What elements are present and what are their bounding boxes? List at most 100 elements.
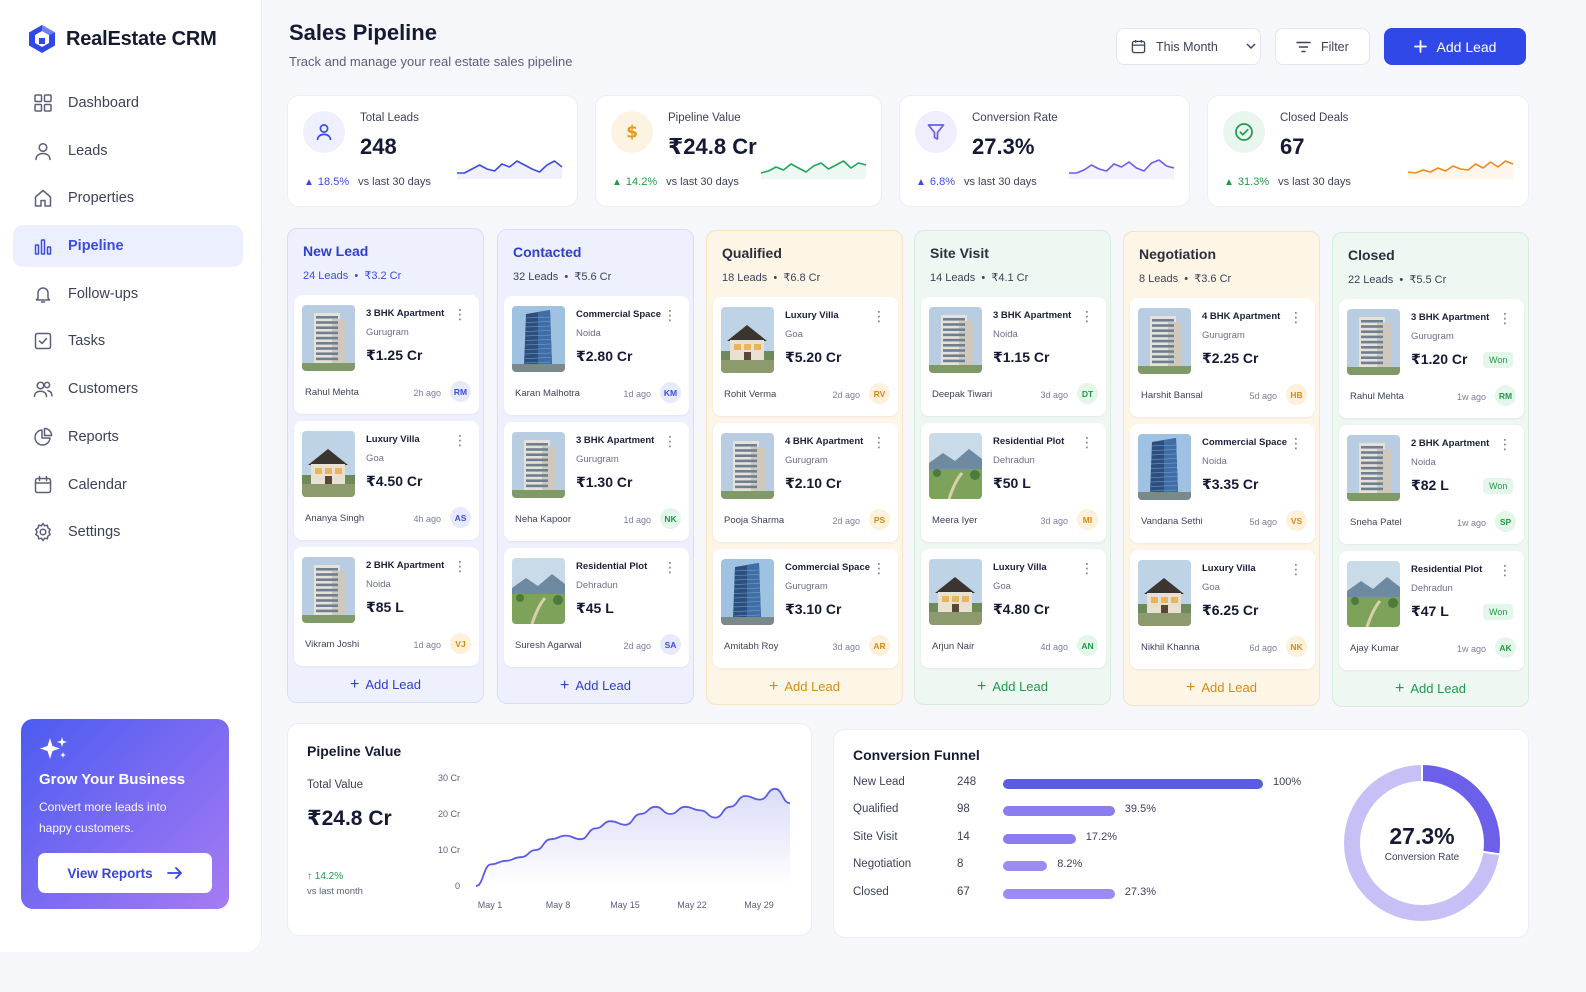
lead-card[interactable]: 2 BHK Apartment Noida ₹85 L ⋮ Vikram Jos… [294, 547, 479, 666]
promo-text: Convert more leads into happy customers. [39, 800, 167, 835]
property-title: Residential Plot [1411, 564, 1483, 575]
lead-card[interactable]: Commercial Space Noida ₹2.80 Cr ⋮ Karan … [504, 296, 689, 415]
property-price: ₹50 L [993, 475, 1031, 491]
lead-card[interactable]: Residential Plot Dehradun ₹47 L Won ⋮ Aj… [1339, 551, 1524, 670]
funnel-bar [1003, 806, 1115, 817]
avatar: AN [1077, 635, 1098, 656]
add-lead-label: Add Lead [575, 678, 631, 693]
agent-name: Amitabh Roy [724, 641, 779, 652]
column-title: Qualified [722, 245, 782, 261]
stat-value: ₹24.8 Cr [668, 134, 757, 159]
column-add-lead-button[interactable]: + Add Lead [1124, 679, 1319, 697]
more-options-icon[interactable]: ⋮ [453, 559, 467, 573]
column-add-lead-button[interactable]: + Add Lead [915, 678, 1110, 696]
column-title: Site Visit [930, 245, 989, 261]
sidebar-item-reports[interactable]: Reports [13, 416, 243, 458]
sidebar-item-calendar[interactable]: Calendar [13, 464, 243, 506]
more-options-icon[interactable]: ⋮ [1289, 562, 1303, 576]
agent-name: Rohit Verma [724, 389, 777, 400]
time-ago: 3d ago [1040, 516, 1068, 526]
arrow-up-icon: ▲ [612, 176, 622, 188]
stat-card-pipeline-value[interactable]: $ Pipeline Value ₹24.8 Cr ▲ 14.2% vs last … [595, 95, 882, 207]
add-lead-button[interactable]: Add Lead [1384, 28, 1526, 65]
lead-card[interactable]: 2 BHK Apartment Noida ₹82 L Won ⋮ Sneha … [1339, 425, 1524, 544]
lead-card[interactable]: Commercial Space Noida ₹3.35 Cr ⋮ Vandan… [1130, 424, 1315, 543]
more-options-icon[interactable]: ⋮ [1080, 435, 1094, 449]
column-add-lead-button[interactable]: + Add Lead [288, 676, 483, 694]
more-options-icon[interactable]: ⋮ [1080, 561, 1094, 575]
more-options-icon[interactable]: ⋮ [1289, 436, 1303, 450]
stat-value: 27.3% [972, 134, 1035, 159]
funnel-count: 14 [957, 830, 970, 843]
column-add-lead-button[interactable]: + Add Lead [1333, 680, 1528, 698]
time-ago: 1d ago [623, 515, 651, 525]
property-location: Noida [993, 329, 1018, 340]
sidebar-item-dashboard[interactable]: Dashboard [13, 82, 243, 124]
lead-card[interactable]: Luxury Villa Goa ₹4.80 Cr ⋮ Arjun Nair 4… [921, 549, 1106, 668]
stat-card-closed-deals[interactable]: Closed Deals 67 ▲ 31.3% vs last 30 days [1207, 95, 1529, 207]
funnel-percent: 8.2% [1057, 858, 1083, 871]
lead-card[interactable]: 3 BHK Apartment Gurugram ₹1.25 Cr ⋮ Rahu… [294, 295, 479, 414]
period-label: This Month [1156, 39, 1218, 54]
sidebar-item-properties[interactable]: Properties [13, 177, 243, 219]
users-icon [33, 381, 53, 398]
column-add-lead-button[interactable]: + Add Lead [498, 677, 693, 695]
more-options-icon[interactable]: ⋮ [1080, 309, 1094, 323]
more-options-icon[interactable]: ⋮ [453, 433, 467, 447]
property-title: 4 BHK Apartment [1202, 311, 1281, 322]
more-options-icon[interactable]: ⋮ [1498, 311, 1512, 325]
arrow-right-icon [166, 867, 182, 879]
conversion-funnel-panel: Conversion Funnel 27.3% Conversion Rate … [833, 729, 1529, 938]
stat-card-conversion-rate[interactable]: Conversion Rate 27.3% ▲ 6.8% vs last 30 da… [899, 95, 1190, 207]
more-options-icon[interactable]: ⋮ [663, 560, 677, 574]
bar-chart-icon [34, 239, 52, 255]
calendar-icon [1131, 39, 1146, 54]
property-title: Commercial Space [576, 309, 662, 320]
lead-card[interactable]: Luxury Villa Goa ₹4.50 Cr ⋮ Ananya Singh… [294, 421, 479, 540]
lead-card[interactable]: Luxury Villa Goa ₹5.20 Cr ⋮ Rohit Verma … [713, 297, 898, 416]
more-options-icon[interactable]: ⋮ [1289, 310, 1303, 324]
lead-card[interactable]: 3 BHK Apartment Noida ₹1.15 Cr ⋮ Deepak … [921, 297, 1106, 416]
lead-card[interactable]: Residential Plot Dehradun ₹50 L ⋮ Meera … [921, 423, 1106, 542]
sidebar-item-customers[interactable]: Customers [13, 368, 243, 410]
more-options-icon[interactable]: ⋮ [663, 308, 677, 322]
lead-card[interactable]: Commercial Space Gurugram ₹3.10 Cr ⋮ Ami… [713, 549, 898, 668]
value-compare: vs last month [307, 886, 363, 897]
sidebar-item-label: Properties [68, 190, 135, 207]
column-meta: 18 Leads • ₹6.8 Cr [722, 272, 821, 284]
more-options-icon[interactable]: ⋮ [453, 307, 467, 321]
lead-card[interactable]: Luxury Villa Goa ₹6.25 Cr ⋮ Nikhil Khann… [1130, 550, 1315, 669]
view-reports-label: View Reports [67, 865, 153, 881]
more-options-icon[interactable]: ⋮ [872, 435, 886, 449]
lead-card[interactable]: 4 BHK Apartment Gurugram ₹2.25 Cr ⋮ Hars… [1130, 298, 1315, 417]
app-logo[interactable]: RealEstate CRM [28, 24, 217, 54]
x-tick-label: May 8 [546, 900, 571, 910]
period-dropdown[interactable]: This Month [1116, 28, 1261, 65]
gear-icon [35, 522, 51, 542]
lead-card[interactable]: 3 BHK Apartment Gurugram ₹1.30 Cr ⋮ Neha… [504, 422, 689, 541]
lead-card[interactable]: Residential Plot Dehradun ₹45 L ⋮ Suresh… [504, 548, 689, 667]
property-location: Dehradun [576, 580, 618, 591]
more-options-icon[interactable]: ⋮ [663, 434, 677, 448]
lead-card[interactable]: 3 BHK Apartment Gurugram ₹1.20 Cr Won ⋮ … [1339, 299, 1524, 418]
column-add-lead-button[interactable]: + Add Lead [707, 678, 902, 696]
sidebar-item-leads[interactable]: Leads [13, 130, 243, 172]
property-price: ₹2.80 Cr [576, 348, 633, 364]
property-image [721, 433, 774, 499]
sidebar-item-pipeline[interactable]: Pipeline [13, 225, 243, 268]
more-options-icon[interactable]: ⋮ [872, 561, 886, 575]
sidebar-item-settings[interactable]: Settings [13, 511, 243, 553]
sidebar-item-follow-ups[interactable]: Follow-ups [13, 273, 243, 315]
filter-button[interactable]: Filter [1275, 28, 1370, 65]
property-price: ₹1.25 Cr [366, 347, 423, 363]
more-options-icon[interactable]: ⋮ [1498, 563, 1512, 577]
lead-card[interactable]: 4 BHK Apartment Gurugram ₹2.10 Cr ⋮ Pooj… [713, 423, 898, 542]
funnel-percent: 17.2% [1085, 830, 1117, 843]
more-options-icon[interactable]: ⋮ [872, 309, 886, 323]
view-reports-button[interactable]: View Reports [38, 853, 212, 893]
avatar: MI [1077, 509, 1098, 530]
more-options-icon[interactable]: ⋮ [1498, 437, 1512, 451]
property-price: ₹82 L [1411, 477, 1449, 493]
sidebar-item-tasks[interactable]: Tasks [13, 320, 243, 362]
stat-card-total-leads[interactable]: Total Leads 248 ▲ 18.5% vs last 30 days [287, 95, 578, 207]
